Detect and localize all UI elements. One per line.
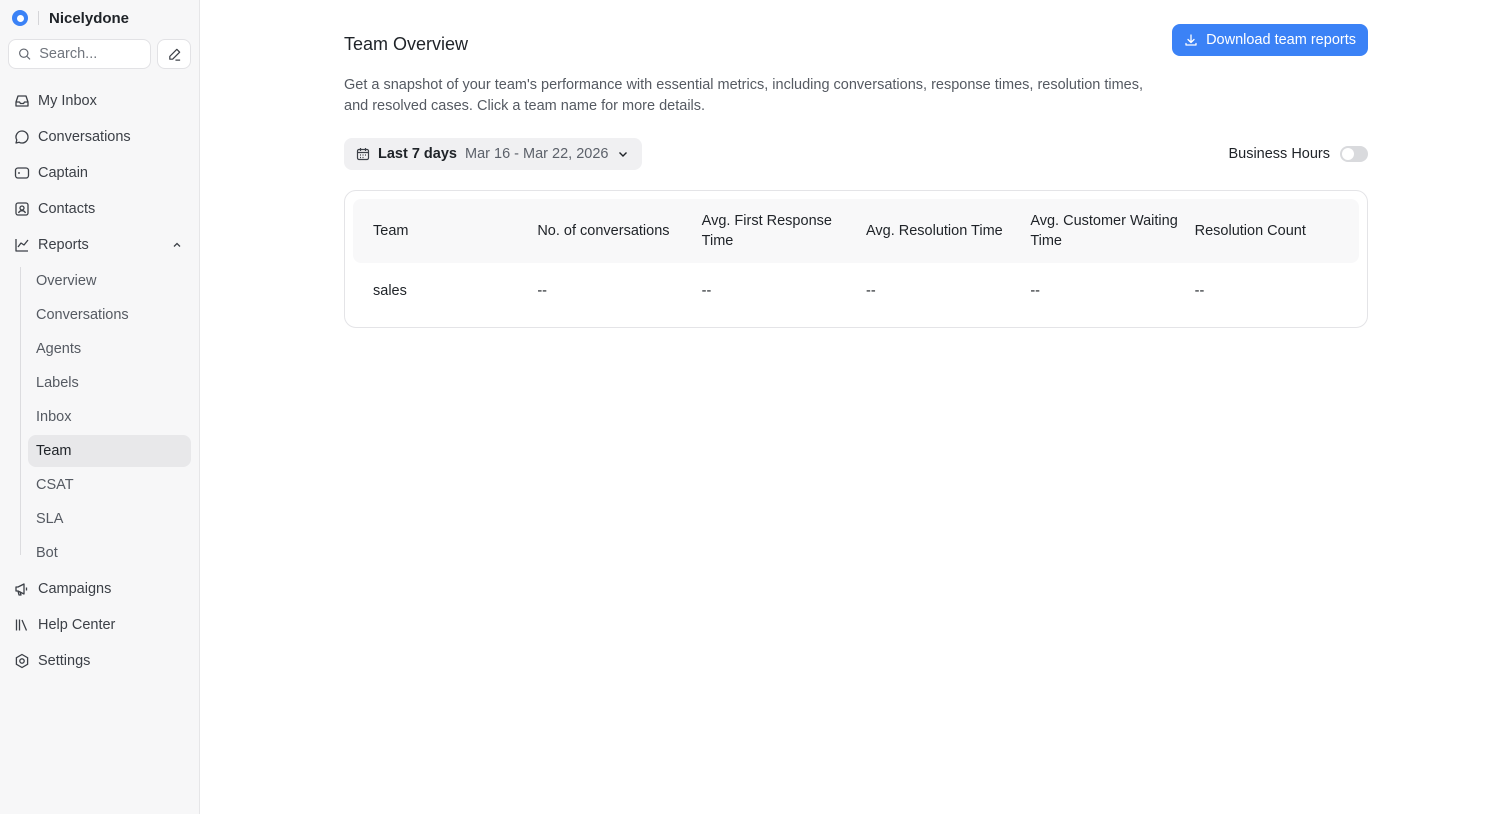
team-name-link[interactable]: sales <box>373 281 537 301</box>
captain-icon <box>14 167 30 179</box>
sidebar-item-label: Captain <box>38 165 88 181</box>
subnav-item-inbox[interactable]: Inbox <box>28 401 191 433</box>
main-content: Team Overview Download team reports Get … <box>200 0 1512 814</box>
column-header-team[interactable]: Team <box>373 221 537 241</box>
column-header-waiting-time[interactable]: Avg. Customer Waiting Time <box>1030 211 1194 251</box>
subnav-item-sla[interactable]: SLA <box>28 503 191 535</box>
sidebar-item-captain[interactable]: Captain <box>8 155 191 191</box>
table-row: sales -- -- -- -- -- <box>353 263 1359 319</box>
compose-button[interactable] <box>157 39 191 69</box>
sidebar-item-label: Contacts <box>38 201 96 217</box>
search-row <box>0 36 199 70</box>
filter-row: Last 7 days Mar 16 - Mar 22, 2026 Busine… <box>344 138 1368 170</box>
sidebar-item-help-center[interactable]: Help Center <box>8 607 191 643</box>
page-header: Team Overview Download team reports <box>344 24 1368 56</box>
date-range-value: Mar 16 - Mar 22, 2026 <box>465 146 609 162</box>
chevron-down-icon <box>619 152 628 157</box>
page-description: Get a snapshot of your team's performanc… <box>344 77 1144 114</box>
cell-conversations: -- <box>537 283 547 299</box>
library-icon <box>15 619 28 631</box>
cell-resolution-time: -- <box>865 283 876 299</box>
column-header-resolution-count[interactable]: Resolution Count <box>1195 221 1359 241</box>
sidebar-item-label: My Inbox <box>38 93 97 109</box>
subnav-item-conversations[interactable]: Conversations <box>28 299 191 331</box>
cell-first-response: -- <box>701 283 712 299</box>
sidebar-nav: My Inbox Conversations Captain Contacts … <box>0 83 199 679</box>
page-title: Team Overview <box>344 34 469 54</box>
team-table: Team No. of conversations Avg. First Res… <box>344 190 1368 328</box>
date-range-label: Last 7 days <box>378 146 457 162</box>
sidebar-item-label: Help Center <box>38 617 116 633</box>
sidebar-item-label: Settings <box>38 653 91 669</box>
sidebar-item-my-inbox[interactable]: My Inbox <box>8 83 191 119</box>
chart-line-icon <box>15 239 29 252</box>
download-icon <box>1185 34 1197 46</box>
brand-name: Nicelydone <box>49 9 130 27</box>
subnav-item-bot[interactable]: Bot <box>28 537 191 569</box>
subnav-item-team[interactable]: Team <box>28 435 191 467</box>
table-header-row: Team No. of conversations Avg. First Res… <box>353 199 1359 263</box>
business-hours-control: Business Hours <box>1228 146 1368 162</box>
cell-resolution-count: -- <box>1194 283 1205 299</box>
date-range-picker[interactable]: Last 7 days Mar 16 - Mar 22, 2026 <box>344 138 643 170</box>
column-header-first-response[interactable]: Avg. First Response Time <box>702 211 866 251</box>
calendar-icon <box>356 148 370 161</box>
download-team-reports-button[interactable]: Download team reports <box>1172 24 1368 56</box>
column-header-conversations[interactable]: No. of conversations <box>537 221 701 241</box>
subnav-item-csat[interactable]: CSAT <box>28 469 191 501</box>
business-hours-toggle[interactable] <box>1340 146 1368 162</box>
megaphone-icon <box>15 583 28 596</box>
brand-logo-icon <box>12 10 28 26</box>
brand[interactable]: Nicelydone <box>0 0 199 36</box>
contacts-icon <box>15 202 29 216</box>
reports-subnav: Overview Conversations Agents Labels Inb… <box>20 265 191 569</box>
sidebar: Nicelydone My Inbox Conversations Captai… <box>0 0 200 814</box>
sidebar-item-settings[interactable]: Settings <box>8 643 191 679</box>
cell-waiting-time: -- <box>1030 283 1040 299</box>
sidebar-item-label: Campaigns <box>38 581 112 597</box>
content-area: Team Overview Download team reports Get … <box>344 24 1368 328</box>
subnav-item-agents[interactable]: Agents <box>28 333 191 365</box>
sidebar-item-label: Conversations <box>38 129 131 145</box>
sidebar-item-label: Reports <box>38 237 89 253</box>
chat-bubble-icon <box>15 130 29 144</box>
sidebar-item-reports[interactable]: Reports <box>8 227 191 263</box>
pencil-icon <box>168 48 180 61</box>
subnav-item-labels[interactable]: Labels <box>28 367 191 399</box>
sidebar-item-conversations[interactable]: Conversations <box>8 119 191 155</box>
column-header-resolution-time[interactable]: Avg. Resolution Time <box>866 221 1030 241</box>
settings-icon <box>15 653 29 669</box>
download-button-label: Download team reports <box>1206 32 1356 48</box>
chevron-up-icon[interactable] <box>171 239 183 251</box>
sidebar-item-campaigns[interactable]: Campaigns <box>8 571 191 607</box>
search-icon <box>19 48 31 60</box>
sidebar-item-contacts[interactable]: Contacts <box>8 191 191 227</box>
brand-divider <box>38 11 39 25</box>
search-box[interactable] <box>8 39 151 69</box>
subnav-item-overview[interactable]: Overview <box>28 265 191 297</box>
business-hours-label: Business Hours <box>1228 146 1330 162</box>
search-input[interactable] <box>39 46 141 62</box>
inbox-icon <box>15 95 29 107</box>
